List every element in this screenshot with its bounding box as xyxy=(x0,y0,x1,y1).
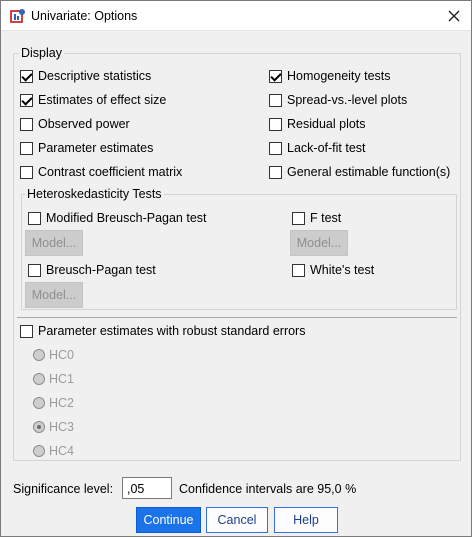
residual-plots-checkbox[interactable]: Residual plots xyxy=(269,116,366,132)
radio-label: HC3 xyxy=(49,420,75,434)
observed-power-box[interactable] xyxy=(20,117,33,131)
spread-vs-level-plots-checkbox[interactable]: Spread-vs.-level plots xyxy=(269,92,407,108)
app-icon xyxy=(9,8,26,25)
white-test-checkbox[interactable]: White's test xyxy=(292,262,374,278)
f-test-box[interactable] xyxy=(292,211,305,225)
window-title: Univariate: Options xyxy=(31,9,138,23)
radio-button[interactable] xyxy=(33,421,45,433)
modified-bp-checkbox[interactable]: Modified Breusch-Pagan test xyxy=(28,210,207,226)
continue-button[interactable]: Continue xyxy=(136,507,201,533)
confidence-interval-text: Confidence intervals are 95,0 % xyxy=(179,482,357,496)
significance-input[interactable] xyxy=(122,477,172,499)
radio-hc1[interactable]: HC1 xyxy=(33,371,74,387)
homogeneity-tests-label: Homogeneity tests xyxy=(287,69,391,83)
f-test-checkbox[interactable]: F test xyxy=(292,210,341,226)
radio-label: HC2 xyxy=(49,396,75,410)
title-bar: Univariate: Options xyxy=(1,1,471,31)
lack-of-fit-test-checkbox[interactable]: Lack-of-fit test xyxy=(269,140,366,156)
radio-label: HC4 xyxy=(49,444,75,458)
radio-hc4[interactable]: HC4 xyxy=(33,443,74,459)
homogeneity-tests-checkbox[interactable]: Homogeneity tests xyxy=(269,68,391,84)
hetero-group-label: Heteroskedasticity Tests xyxy=(25,187,164,201)
bp-model-button[interactable]: Model... xyxy=(25,282,83,308)
observed-power-checkbox[interactable]: Observed power xyxy=(20,116,130,132)
radio-label: HC1 xyxy=(49,372,75,386)
modified-bp-box[interactable] xyxy=(28,211,41,225)
bp-box[interactable] xyxy=(28,263,41,277)
bp-label: Breusch-Pagan test xyxy=(46,263,156,277)
contrast-coefficient-matrix-checkbox[interactable]: Contrast coefficient matrix xyxy=(20,164,182,180)
estimates-of-effect-size-checkbox[interactable]: Estimates of effect size xyxy=(20,92,166,108)
residual-plots-label: Residual plots xyxy=(287,117,366,131)
modified-bp-model-button[interactable]: Model... xyxy=(25,230,83,256)
modified-bp-label: Modified Breusch-Pagan test xyxy=(46,211,207,225)
parameter-estimates-box[interactable] xyxy=(20,141,33,155)
bp-checkbox[interactable]: Breusch-Pagan test xyxy=(28,262,156,278)
descriptive-statistics-box[interactable] xyxy=(20,69,33,83)
general-estimable-function-s-box[interactable] xyxy=(269,165,282,179)
white-test-box[interactable] xyxy=(292,263,305,277)
help-button[interactable]: Help xyxy=(274,507,338,533)
options-dialog: Univariate: Options Display Descriptive … xyxy=(0,0,472,537)
radio-button[interactable] xyxy=(33,445,45,457)
radio-label: HC0 xyxy=(49,348,75,362)
radio-hc0[interactable]: HC0 xyxy=(33,347,74,363)
significance-label: Significance level: xyxy=(13,482,114,496)
robust-se-label: Parameter estimates with robust standard… xyxy=(38,324,306,338)
contrast-coefficient-matrix-box[interactable] xyxy=(20,165,33,179)
cancel-button[interactable]: Cancel xyxy=(206,507,268,533)
radio-button[interactable] xyxy=(33,373,45,385)
f-test-model-button[interactable]: Model... xyxy=(290,230,348,256)
divider xyxy=(17,317,457,318)
descriptive-statistics-checkbox[interactable]: Descriptive statistics xyxy=(20,68,151,84)
homogeneity-tests-box[interactable] xyxy=(269,69,282,83)
display-group-label: Display xyxy=(19,46,64,60)
descriptive-statistics-label: Descriptive statistics xyxy=(38,69,152,83)
observed-power-label: Observed power xyxy=(38,117,130,131)
parameter-estimates-checkbox[interactable]: Parameter estimates xyxy=(20,140,153,156)
parameter-estimates-label: Parameter estimates xyxy=(38,141,154,155)
estimates-of-effect-size-box[interactable] xyxy=(20,93,33,107)
radio-hc3[interactable]: HC3 xyxy=(33,419,74,435)
lack-of-fit-test-box[interactable] xyxy=(269,141,282,155)
close-icon[interactable] xyxy=(445,7,463,25)
f-test-label: F test xyxy=(310,211,342,225)
robust-se-checkbox[interactable]: Parameter estimates with robust standard… xyxy=(20,323,305,339)
robust-se-box[interactable] xyxy=(20,324,33,338)
lack-of-fit-test-label: Lack-of-fit test xyxy=(287,141,366,155)
residual-plots-box[interactable] xyxy=(269,117,282,131)
estimates-of-effect-size-label: Estimates of effect size xyxy=(38,93,167,107)
radio-button[interactable] xyxy=(33,349,45,361)
white-test-label: White's test xyxy=(310,263,375,277)
spread-vs-level-plots-label: Spread-vs.-level plots xyxy=(287,93,408,107)
radio-hc2[interactable]: HC2 xyxy=(33,395,74,411)
general-estimable-function-s-checkbox[interactable]: General estimable function(s) xyxy=(269,164,450,180)
radio-button[interactable] xyxy=(33,397,45,409)
contrast-coefficient-matrix-label: Contrast coefficient matrix xyxy=(38,165,183,179)
general-estimable-function-s-label: General estimable function(s) xyxy=(287,165,451,179)
spread-vs-level-plots-box[interactable] xyxy=(269,93,282,107)
